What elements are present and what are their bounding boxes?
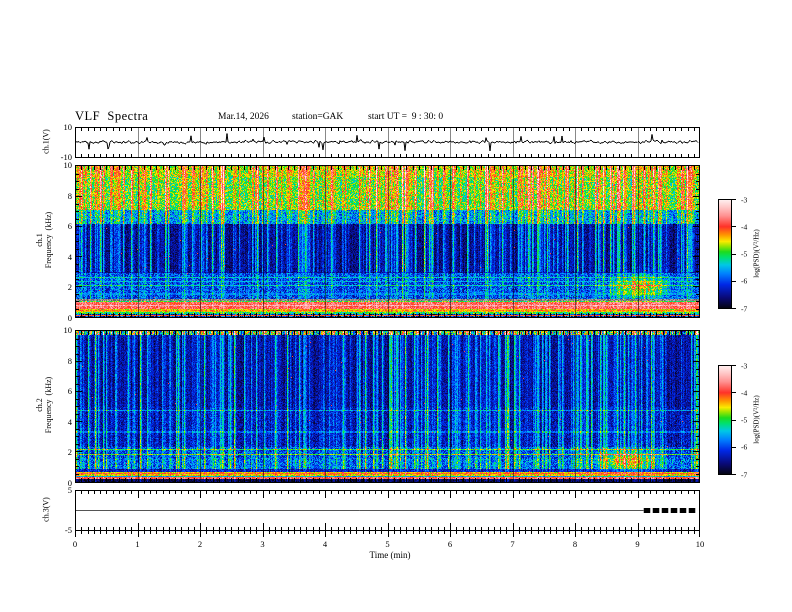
colorbar1-tick: -5	[741, 249, 748, 259]
header-date: Mar.14, 2026	[218, 112, 269, 122]
colorbar1-tick: -7	[741, 304, 748, 313]
ch1-frequency-tick: 2	[67, 282, 72, 293]
colorbar-ch2	[718, 365, 738, 475]
ch1-frequency-tick: 6	[67, 221, 72, 232]
colorbar1-tick: -6	[741, 276, 748, 286]
ch1-frequency-tick: 10	[63, 160, 73, 170]
time-tick: 0	[72, 539, 78, 549]
vlf-spectra-figure: VLF Spectra Mar.14, 2026 station=GAK sta…	[0, 0, 792, 612]
ch2-frequency-tick: 2	[67, 447, 72, 458]
ch3-voltage-axis-label: ch.3(V)	[41, 497, 51, 522]
colorbar1-unit-label: log(PSD)(V²/Hz)	[752, 229, 761, 278]
time-tick: 2	[197, 539, 203, 549]
ch1-frequency-tick: 4	[67, 251, 72, 262]
ch3-voltage-tick: -5	[64, 525, 72, 535]
time-tick: 1	[135, 539, 140, 549]
colorbar1-tick: -4	[741, 222, 748, 232]
time-tick: 5	[385, 539, 390, 549]
ch3-waveform-canvas	[75, 490, 700, 538]
time-tick: 7	[510, 539, 515, 549]
ch1-waveform-canvas	[75, 127, 700, 158]
colorbar2-tick: -6	[741, 442, 748, 452]
time-tick: 4	[322, 539, 328, 549]
time-tick: 3	[260, 539, 265, 549]
ch2-frequency-tick: 8	[67, 355, 72, 366]
time-tick: 10	[695, 539, 705, 549]
colorbar1-tick: -3	[741, 195, 748, 204]
ch1-voltage-tick: 10	[63, 122, 73, 132]
colorbar2-tick: -4	[741, 388, 748, 398]
time-tick: 8	[572, 539, 578, 549]
ch2-frequency-tick: 4	[67, 416, 72, 427]
colorbar2-tick: -3	[741, 361, 748, 370]
colorbar2-unit-label: log(PSD)(V²/Hz)	[752, 395, 761, 444]
header-start-ut: start UT = 9 : 30: 0	[368, 112, 444, 122]
ch1-frequency-tick: 8	[67, 190, 72, 201]
ch1-spectrogram-canvas	[75, 165, 700, 318]
ch2-frequency-tick: 10	[63, 325, 73, 335]
time-axis-label: Time (min)	[369, 550, 411, 560]
colorbar2-tick: -5	[741, 415, 748, 425]
ch1-frequency-tick: 0	[67, 313, 72, 323]
colorbar-ch1	[718, 199, 738, 309]
ch2-spectrogram-canvas	[75, 330, 700, 483]
time-tick: 6	[447, 539, 453, 549]
colorbar2-tick: -7	[741, 470, 748, 479]
header-station: station=GAK	[292, 112, 344, 122]
figure-title: VLF Spectra	[75, 109, 149, 123]
time-tick: 9	[635, 539, 640, 549]
ch2-frequency-tick: 6	[67, 386, 72, 397]
ch3-voltage-tick: 5	[67, 485, 72, 495]
